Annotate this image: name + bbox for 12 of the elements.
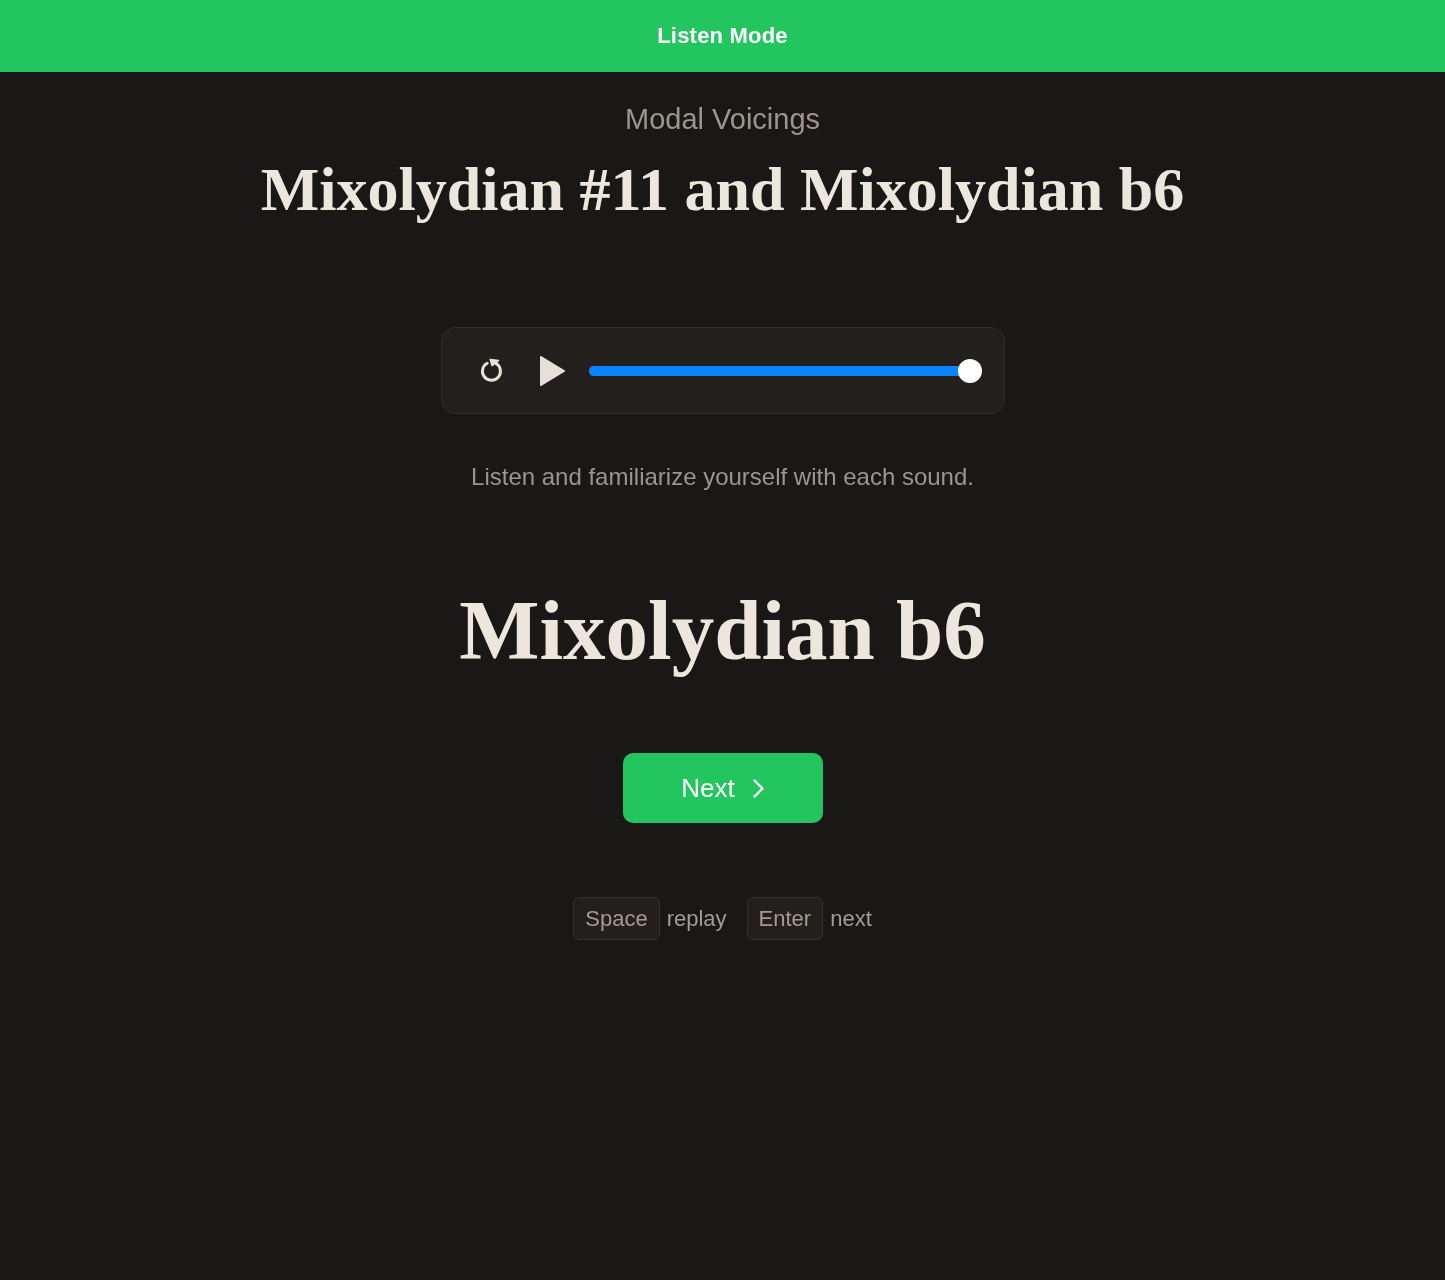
slider-thumb[interactable] xyxy=(957,358,982,383)
next-button[interactable]: Next xyxy=(622,753,823,823)
key-hint: Enter xyxy=(746,897,824,940)
shortcut-label: next xyxy=(830,905,872,932)
chevron-right-icon xyxy=(752,778,764,798)
answer-title: Mixolydian b6 xyxy=(459,582,986,679)
instruction-text: Listen and familiarize yourself with each sound. xyxy=(471,462,974,492)
mode-title: Listen Mode xyxy=(657,23,788,49)
key-hint: Space xyxy=(573,897,660,940)
shortcut-label: replay xyxy=(666,905,727,932)
category-label: Modal Voicings xyxy=(624,102,821,137)
lesson-title: Mixolydian #11 and Mixolydian b6 xyxy=(260,154,1185,225)
